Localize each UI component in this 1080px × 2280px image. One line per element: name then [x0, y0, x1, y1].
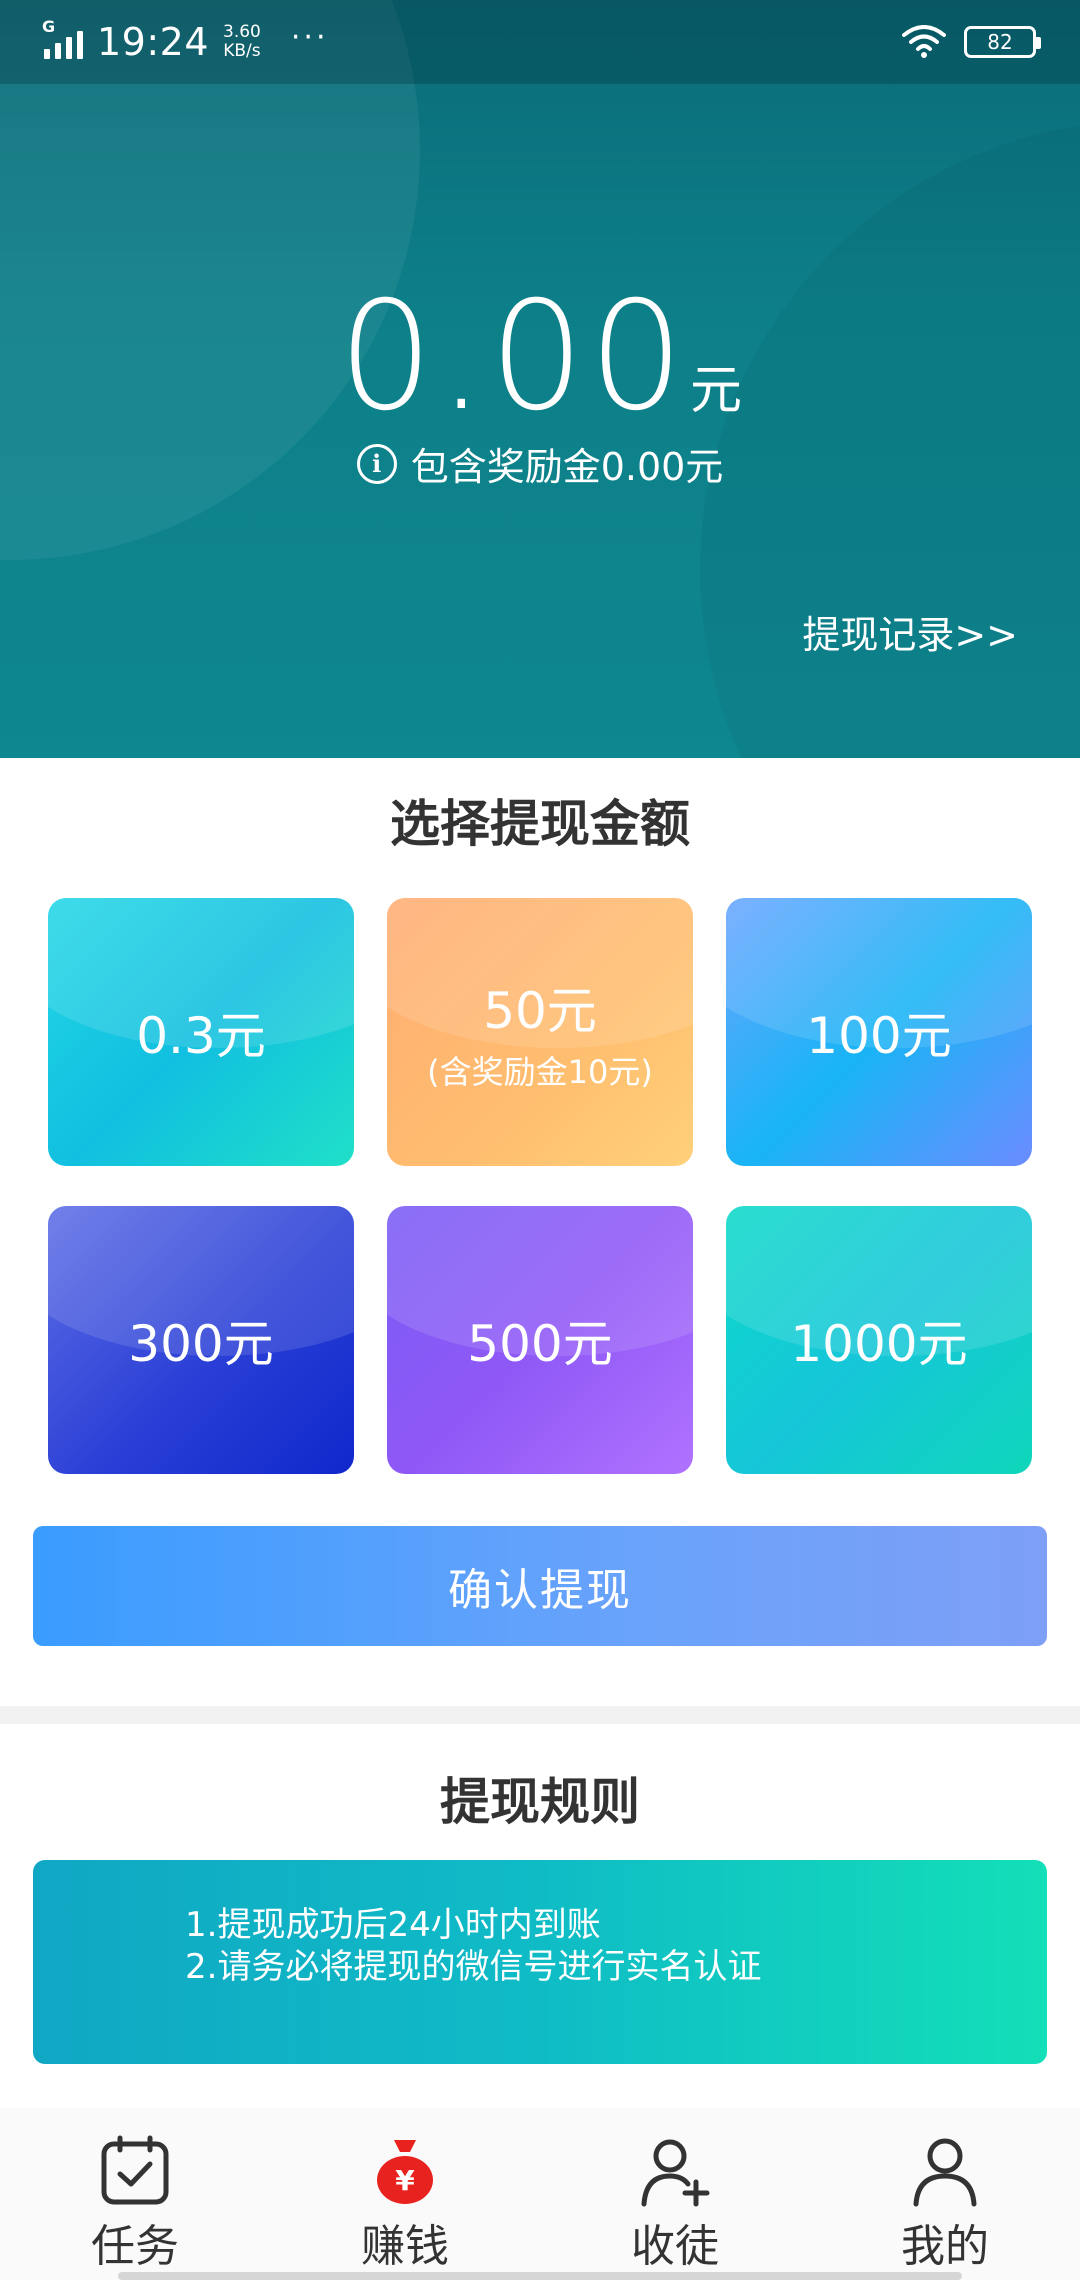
battery-level: 82 — [987, 30, 1013, 54]
amount-label: 100元 — [806, 1007, 952, 1065]
rules-box: 1.提现成功后24小时内到账 2.请务必将提现的微信号进行实名认证 — [33, 1860, 1047, 2064]
select-amount-title: 选择提现金额 — [390, 795, 690, 853]
bottom-nav: 任务 ¥ 赚钱 收徒 我的 — [0, 2108, 1080, 2280]
speed-unit: KB/s — [223, 41, 261, 61]
nav-label: 赚钱 — [361, 2221, 449, 2272]
amount-label: 500元 — [467, 1315, 613, 1373]
nav-item-task[interactable]: 任务 — [0, 2108, 270, 2280]
amount-option-1000[interactable]: 1000元 — [726, 1206, 1032, 1474]
more-notifications-icon: ··· — [290, 19, 329, 55]
network-speed: 3.60 KB/s — [223, 23, 261, 61]
nav-label: 任务 — [91, 2221, 179, 2272]
nav-label: 我的 — [901, 2221, 989, 2272]
amount-option-300[interactable]: 300元 — [48, 1206, 354, 1474]
signal-icon: G — [42, 17, 83, 59]
amount-option-100[interactable]: 100元 — [726, 898, 1032, 1166]
balance-unit: 元 — [689, 361, 742, 421]
balance-amount: 0.00元 — [0, 270, 1080, 444]
amount-option-50[interactable]: 50元 (含奖励金10元) — [387, 898, 693, 1166]
info-icon[interactable]: i — [356, 443, 397, 484]
status-time: 19:24 — [97, 20, 210, 64]
status-bar: G 19:24 3.60 KB/s ··· 82 — [0, 0, 1080, 84]
nav-item-earn[interactable]: ¥ 赚钱 — [270, 2108, 540, 2280]
add-user-icon — [641, 2139, 710, 2207]
amount-label: 300元 — [128, 1315, 274, 1373]
bonus-info: i 包含奖励金0.00元 — [0, 436, 1080, 491]
amount-sub-label: (含奖励金10元) — [427, 1053, 653, 1091]
withdraw-record-link[interactable]: 提现记录>> — [802, 604, 1018, 659]
amount-option-500[interactable]: 500元 — [387, 1206, 693, 1474]
nav-item-recruit[interactable]: 收徒 — [540, 2108, 810, 2280]
home-indicator[interactable] — [118, 2272, 962, 2280]
rule-item: 2.请务必将提现的微信号进行实名认证 — [185, 1947, 762, 1987]
section-divider — [0, 1706, 1080, 1724]
user-icon — [913, 2138, 977, 2207]
confirm-withdraw-button[interactable]: 确认提现 — [33, 1526, 1047, 1646]
nav-label: 收徒 — [631, 2221, 719, 2272]
bonus-text: 包含奖励金0.00元 — [410, 445, 724, 489]
balance-value: 0.00 — [338, 270, 688, 444]
network-type: G — [42, 17, 56, 36]
amount-label: 1000元 — [790, 1315, 968, 1373]
battery-icon: 82 — [964, 26, 1041, 58]
task-icon — [101, 2135, 169, 2205]
svg-text:¥: ¥ — [395, 2164, 415, 2197]
balance-header: G 19:24 3.60 KB/s ··· 82 0.00元 i 包含奖励金0.… — [0, 0, 1080, 758]
speed-value: 3.60 — [223, 22, 261, 42]
money-bag-icon: ¥ — [377, 2140, 433, 2204]
amount-option-0-3[interactable]: 0.3元 — [48, 898, 354, 1166]
amount-label: 50元 — [483, 982, 597, 1040]
nav-item-mine[interactable]: 我的 — [810, 2108, 1080, 2280]
rules-title: 提现规则 — [440, 1773, 640, 1831]
rule-item: 1.提现成功后24小时内到账 — [185, 1905, 601, 1945]
amount-label: 0.3元 — [136, 1007, 266, 1065]
wifi-icon — [902, 25, 946, 58]
